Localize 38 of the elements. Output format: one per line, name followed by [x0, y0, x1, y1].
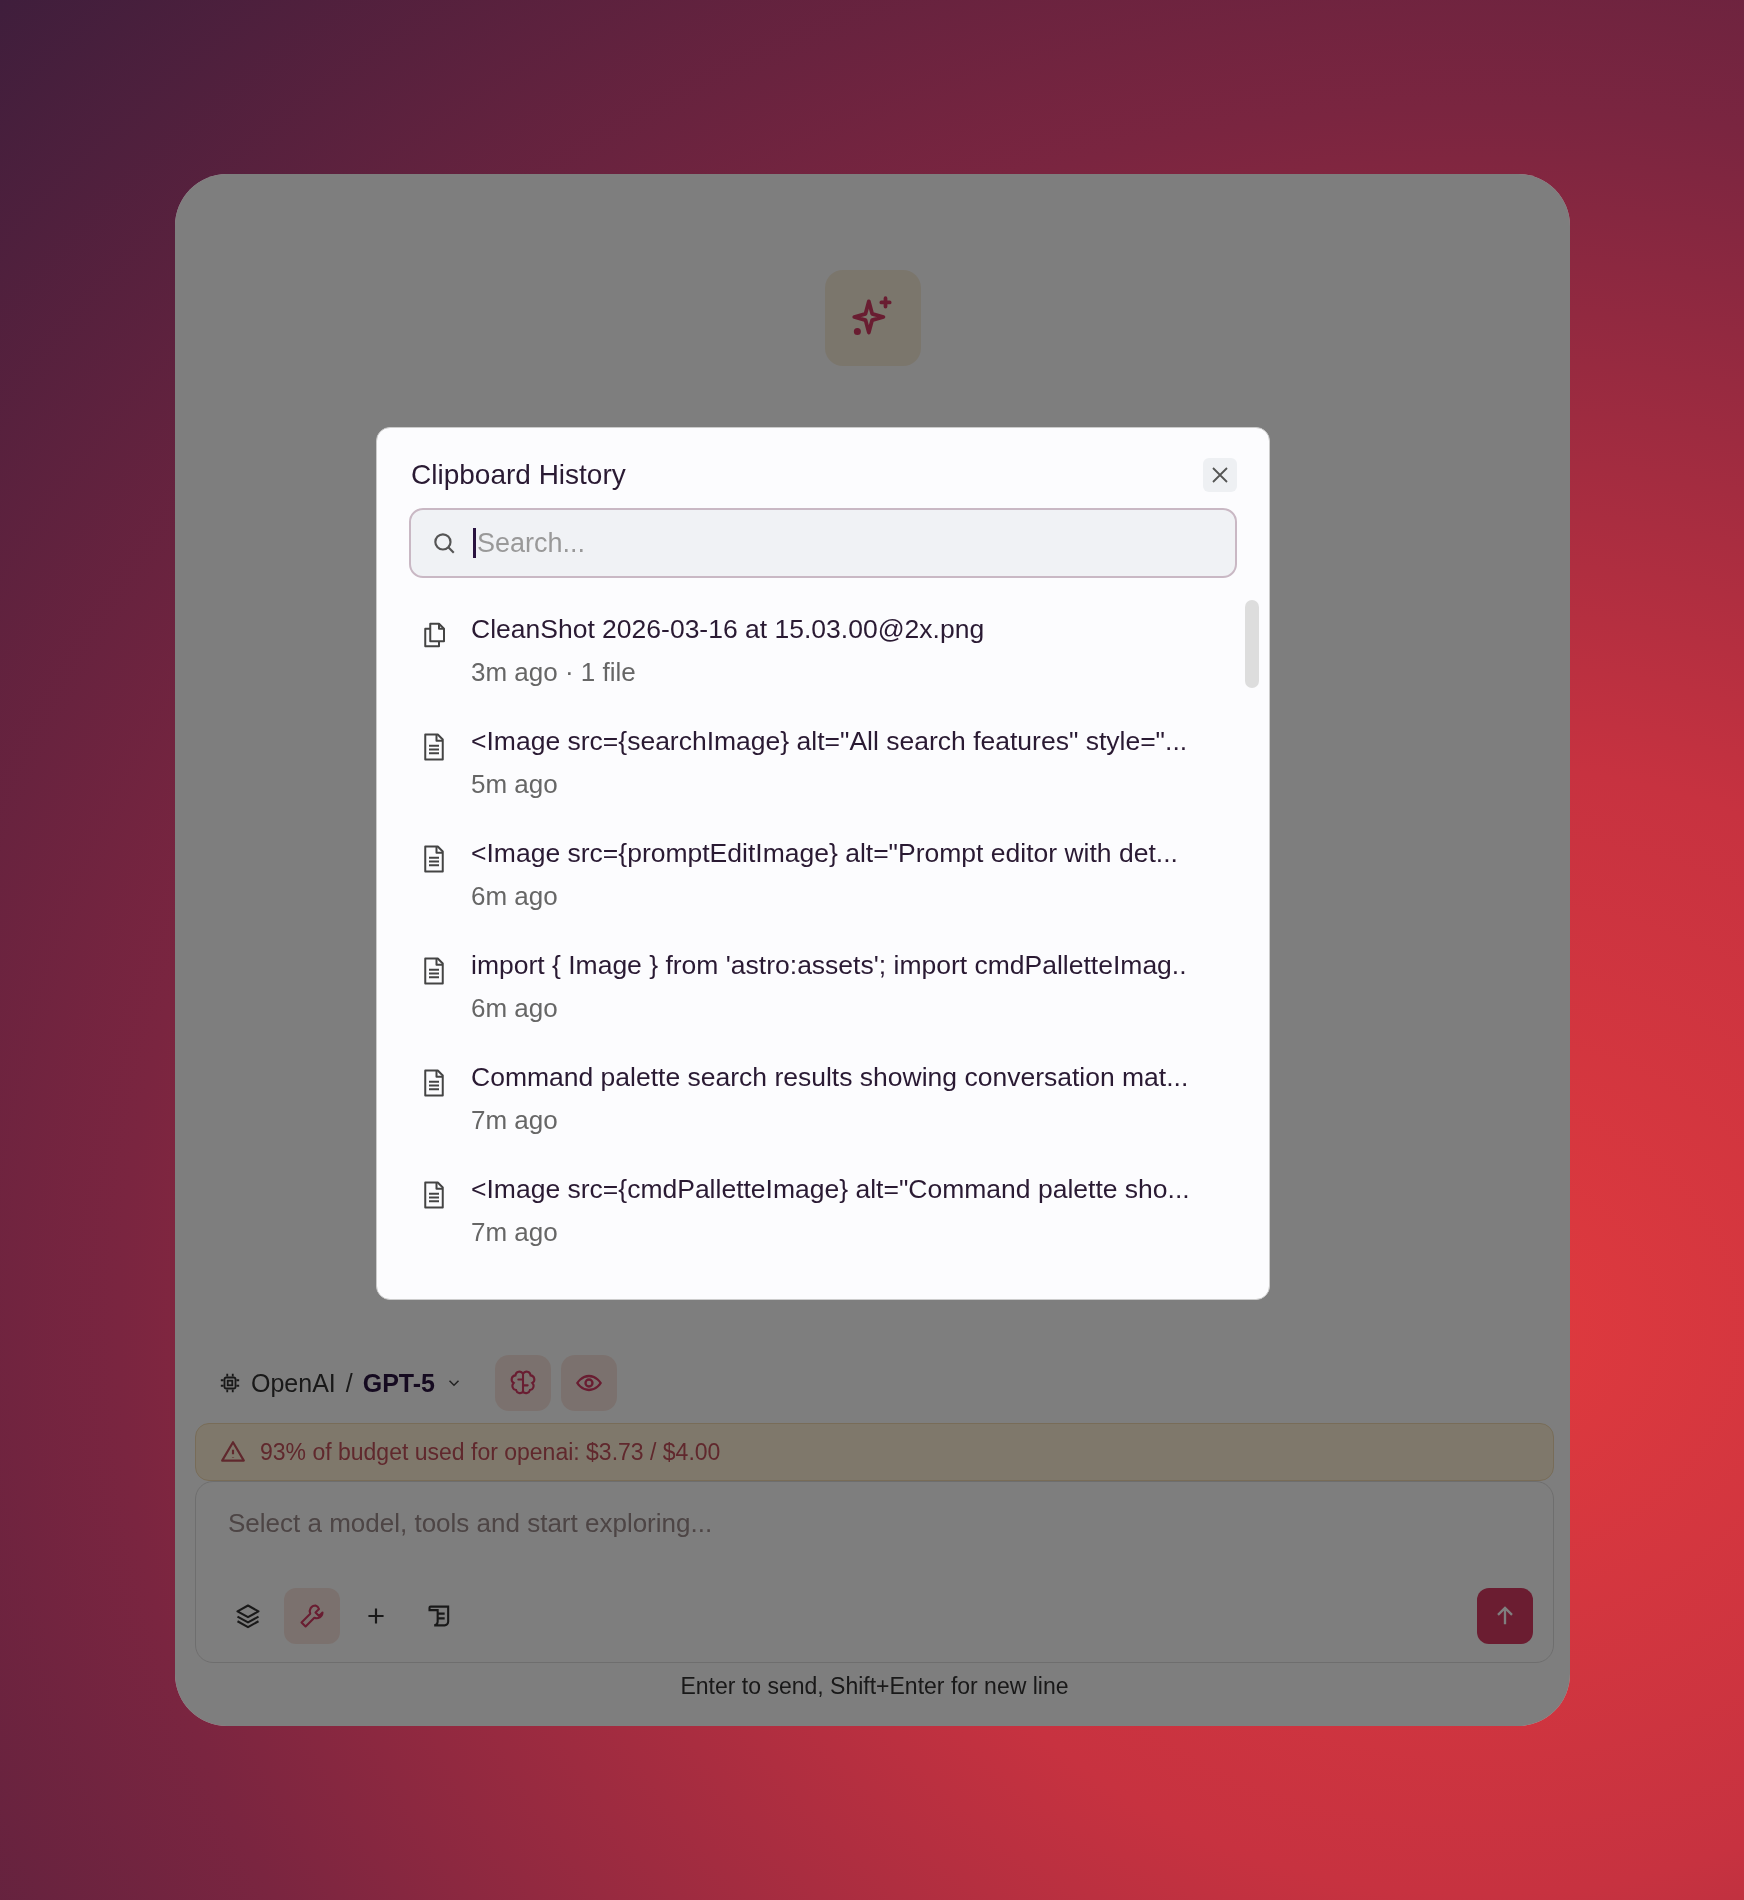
brain-toggle[interactable]	[495, 1355, 551, 1411]
search-field[interactable]: Search...	[409, 508, 1237, 578]
item-text: CleanShot 2026-03-16 at 15.03.00@2x.png	[471, 614, 985, 645]
item-text: <Image src={promptEditImage} alt="Prompt editor with det...	[471, 838, 1178, 869]
item-text: import { Image } from 'astro:assets'; import cmdPalletteImag..	[471, 950, 1187, 981]
item-meta: 6m ago	[471, 881, 559, 912]
item-text: Command palette search results showing conversation mat...	[471, 1062, 1189, 1093]
message-input[interactable]: Select a model, tools and start exploring...	[220, 1500, 1533, 1547]
keyboard-hint: Enter to send, Shift+Enter for new line	[679, 1672, 1070, 1701]
clipboard-item[interactable]: CleanShot 2026-03-16 at 15.03.00@2x.png 3m ago · 1 file	[409, 604, 1237, 716]
layers-icon	[234, 1602, 262, 1630]
brain-icon	[509, 1369, 537, 1397]
sparkle-icon	[824, 270, 921, 366]
eye-toggle[interactable]	[561, 1355, 617, 1411]
item-meta: 5m ago	[471, 769, 559, 800]
item-meta: 7m ago	[471, 1217, 559, 1248]
wrench-button[interactable]	[284, 1588, 340, 1644]
clipboard-item[interactable]: <Image src={searchImage} alt="All search features" style="... 5m ago	[409, 716, 1237, 828]
budget-text: 93% of budget used for openai: $3.73 / $4.00	[260, 1438, 721, 1466]
chip-icon	[219, 1372, 241, 1394]
item-text: <Image src={cmdPalletteImage} alt="Command palette sho...	[471, 1174, 1190, 1205]
search-icon	[431, 530, 457, 556]
clipboard-item[interactable]: Command palette search results showing conversation mat... 7m ago	[409, 1052, 1237, 1164]
scrollbar[interactable]	[1245, 600, 1259, 688]
text-cursor	[473, 528, 476, 558]
clipboard-item[interactable]: import { Image } from 'astro:assets'; import cmdPalletteImag.. 6m ago	[409, 940, 1237, 1052]
wrench-icon	[298, 1602, 326, 1630]
clipboard-item[interactable]: <Image src={promptEditImage} alt="Prompt editor with det... 6m ago	[409, 828, 1237, 940]
item-meta: 6m ago	[471, 993, 559, 1024]
send-button[interactable]	[1477, 1588, 1533, 1644]
item-text: <Image src={searchImage} alt="All search features" style="...	[471, 726, 1188, 757]
model-selector[interactable]: OpenAI / GPT-5	[219, 1368, 463, 1398]
clipboard-item[interactable]: <Image src={cmdPalletteImage} alt="Command palette sho... 7m ago	[409, 1164, 1237, 1276]
close-button[interactable]	[1203, 458, 1237, 492]
dialog-title: Clipboard History	[410, 459, 626, 491]
item-meta: 7m ago	[471, 1105, 559, 1136]
warning-icon	[220, 1439, 246, 1465]
item-meta: 3m ago · 1 file	[471, 657, 637, 688]
